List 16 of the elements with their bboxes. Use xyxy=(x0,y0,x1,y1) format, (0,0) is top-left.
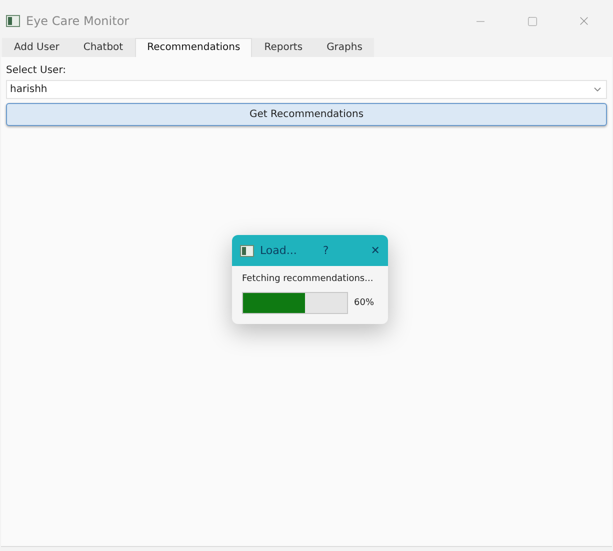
tab[interactable]: Chatbot xyxy=(71,38,136,57)
status-message: Fetching recommendations... xyxy=(242,274,374,284)
tab[interactable]: Graphs xyxy=(314,38,374,57)
tab[interactable]: Add User xyxy=(2,38,72,57)
dialog-app-icon xyxy=(240,244,254,256)
select-user-label: Select User: xyxy=(6,65,68,76)
close-button[interactable]: ✕ xyxy=(370,244,380,257)
dialog-title: Load... xyxy=(260,244,297,257)
tab[interactable]: Reports xyxy=(252,38,315,57)
tab[interactable]: Recommendations xyxy=(135,38,252,57)
help-button[interactable]: ? xyxy=(322,244,329,257)
progress-reading: 60% xyxy=(354,298,374,308)
window-title: Eye Care Monitor xyxy=(26,14,130,28)
app-icon xyxy=(6,15,20,27)
user-dropdown[interactable]: harishh xyxy=(6,80,607,99)
get-recommendations-button[interactable]: Get Recommendations xyxy=(6,103,607,126)
